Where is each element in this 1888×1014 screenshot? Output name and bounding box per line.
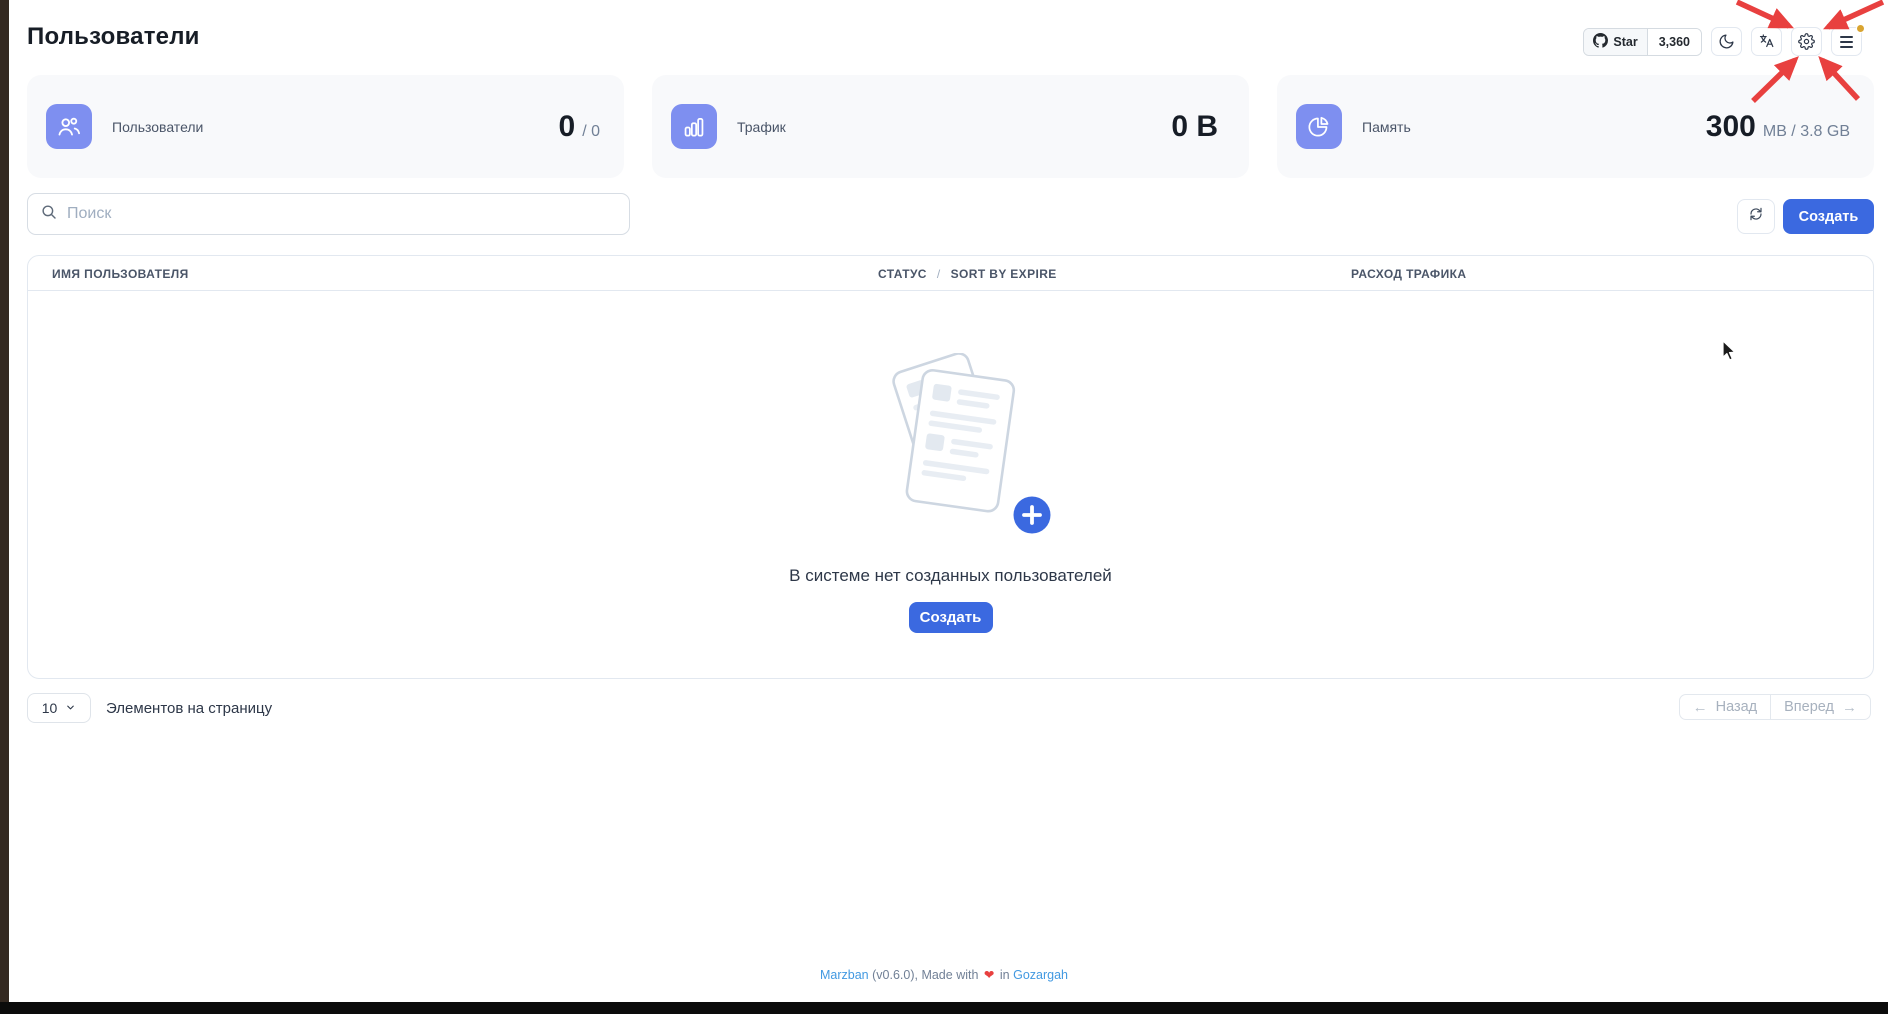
next-label: Вперед — [1784, 699, 1834, 715]
users-table: ИМЯ ПОЛЬЗОВАТЕЛЯ СТАТУС / SORT BY EXPIRE… — [27, 255, 1874, 679]
add-badge-icon — [1010, 494, 1053, 537]
column-label: РАСХОД ТРАФИКА — [1351, 267, 1466, 281]
stat-card-users: Пользователи 0 / 0 — [27, 75, 624, 178]
stat-card-value: 300 MB / 3.8 GB — [1706, 110, 1850, 144]
column-label: СТАТУС — [878, 267, 927, 281]
stat-cards: Пользователи 0 / 0 Трафик 0 B — [27, 75, 1874, 178]
search-box — [27, 193, 630, 235]
translate-icon — [1758, 33, 1775, 50]
page-size-select[interactable]: 10 — [27, 693, 91, 723]
stat-card-label: Пользователи — [112, 119, 203, 135]
refresh-icon — [1748, 206, 1764, 227]
language-button[interactable] — [1751, 27, 1782, 56]
empty-state-message: В системе нет созданных пользователей — [789, 566, 1112, 586]
stat-card-memory: Память 300 MB / 3.8 GB — [1277, 75, 1874, 178]
arrow-left-icon: ← — [1693, 699, 1708, 716]
window-edge-strip — [0, 0, 9, 1014]
empty-state: В системе нет созданных пользователей Со… — [28, 291, 1873, 633]
column-separator: / — [937, 267, 941, 281]
menu-button[interactable] — [1831, 27, 1862, 56]
stat-card-label: Память — [1362, 119, 1411, 135]
empty-documents-illustration — [836, 353, 1066, 548]
users-icon — [46, 104, 92, 149]
pager: ← Назад Вперед → — [1679, 694, 1871, 720]
empty-create-button[interactable]: Создать — [909, 602, 993, 633]
taskbar-strip — [0, 1002, 1888, 1014]
column-label: ИМЯ ПОЛЬЗОВАТЕЛЯ — [52, 267, 189, 281]
hamburger-icon — [1840, 36, 1853, 48]
bar-chart-icon — [671, 104, 717, 149]
github-star-label: Star — [1613, 35, 1637, 49]
settings-button[interactable] — [1791, 27, 1822, 56]
column-header-traffic[interactable]: РАСХОД ТРАФИКА — [1351, 256, 1466, 291]
users-page: Пользователи Star 3,360 — [0, 0, 1888, 1014]
memory-value: 300 — [1706, 110, 1756, 144]
stat-card-value: 0 / 0 — [559, 110, 600, 144]
github-star-count: 3,360 — [1648, 29, 1701, 55]
page-title: Пользователи — [27, 23, 200, 51]
chevron-down-icon — [65, 700, 76, 716]
page-size-label: Элементов на страницу — [106, 700, 272, 717]
page-size-value: 10 — [42, 700, 58, 716]
github-logo-icon — [1593, 33, 1608, 51]
column-header-username[interactable]: ИМЯ ПОЛЬЗОВАТЕЛЯ — [52, 256, 189, 291]
memory-unit: MB / 3.8 GB — [1763, 123, 1850, 141]
heart-icon: ❤ — [982, 968, 996, 982]
create-user-button[interactable]: Создать — [1783, 199, 1874, 234]
gozargah-link[interactable]: Gozargah — [1013, 968, 1068, 982]
footer-version-text: (v0.6.0), Made with — [872, 968, 978, 982]
footer-in-text: in — [1000, 968, 1010, 982]
marzban-link[interactable]: Marzban — [820, 968, 869, 982]
sort-by-expire-label: SORT BY EXPIRE — [951, 267, 1057, 281]
moon-icon — [1718, 33, 1735, 50]
column-header-status-sort[interactable]: СТАТУС / SORT BY EXPIRE — [878, 256, 1057, 291]
gear-icon — [1798, 33, 1815, 50]
users-total: / 0 — [582, 123, 600, 141]
footer: Marzban (v0.6.0), Made with ❤ in Gozarga… — [0, 967, 1888, 982]
traffic-value: 0 B — [1171, 110, 1218, 144]
search-icon — [40, 203, 58, 226]
pie-chart-icon — [1296, 104, 1342, 149]
table-header-row: ИМЯ ПОЛЬЗОВАТЕЛЯ СТАТУС / SORT BY EXPIRE… — [28, 256, 1873, 291]
prev-page-button[interactable]: ← Назад — [1679, 694, 1772, 720]
stat-card-value: 0 B — [1171, 110, 1225, 144]
github-star-button[interactable]: Star 3,360 — [1583, 28, 1702, 56]
stat-card-label: Трафик — [737, 119, 786, 135]
dark-mode-button[interactable] — [1711, 27, 1742, 56]
search-input[interactable] — [67, 205, 617, 223]
refresh-button[interactable] — [1737, 199, 1775, 234]
prev-label: Назад — [1716, 699, 1758, 715]
stat-card-traffic: Трафик 0 B — [652, 75, 1249, 178]
header-controls: Star 3,360 — [1583, 27, 1862, 56]
notification-dot — [1856, 24, 1865, 33]
arrow-right-icon: → — [1842, 699, 1857, 716]
users-count: 0 — [559, 110, 576, 144]
next-page-button[interactable]: Вперед → — [1770, 694, 1871, 720]
